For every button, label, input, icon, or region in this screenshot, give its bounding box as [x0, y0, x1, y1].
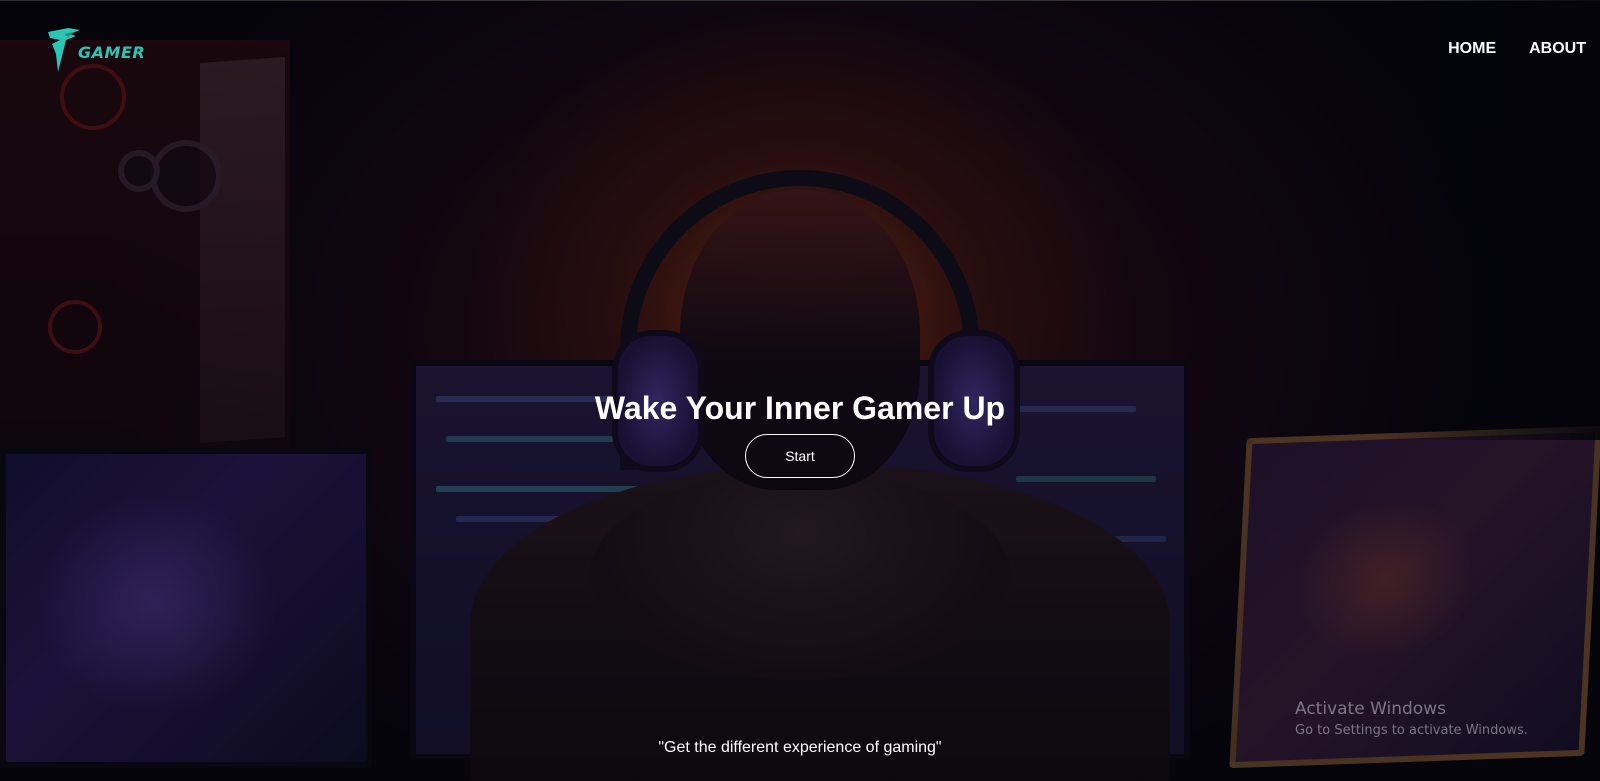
watermark-title: Activate Windows — [1295, 699, 1446, 719]
hero-tagline: "Get the different experience of gaming" — [658, 739, 942, 756]
brand-logo-text: GAMER — [78, 43, 146, 62]
activate-windows-watermark: Activate Windows Go to Settings to activ… — [1295, 699, 1528, 738]
start-button[interactable]: Start — [745, 434, 855, 478]
watermark-subtitle: Go to Settings to activate Windows. — [1295, 723, 1528, 738]
brand-logo[interactable]: GAMER — [46, 26, 145, 76]
hero-title: Wake Your Inner Gamer Up — [594, 390, 1006, 426]
nav-item-about[interactable]: ABOUT — [1529, 40, 1586, 58]
nav-item-home[interactable]: HOME — [1448, 40, 1496, 58]
main-nav: HOME ABOUT — [1448, 40, 1586, 58]
hero-section: GAMER HOME ABOUT Wake Your Inner Gamer U… — [0, 0, 1600, 781]
